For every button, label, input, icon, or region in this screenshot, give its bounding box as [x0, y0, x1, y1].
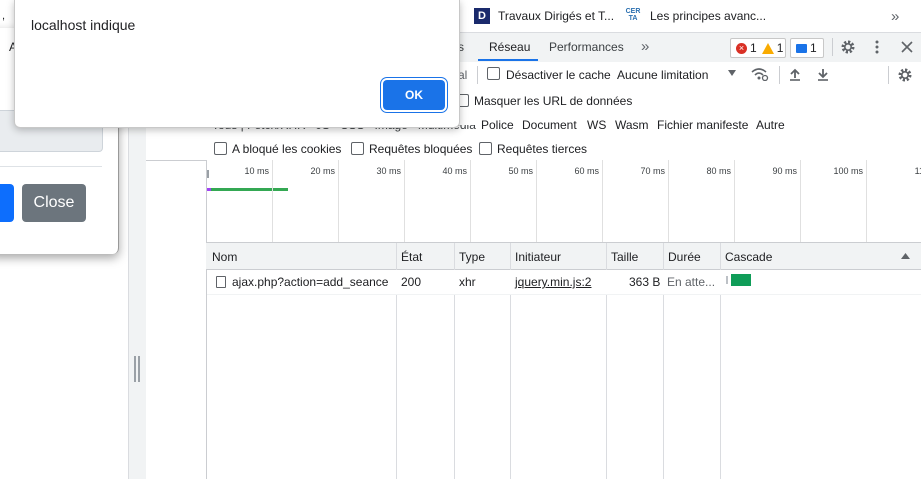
request-status: 200 [401, 275, 422, 289]
overview-tick-label: 80 ms [706, 166, 731, 176]
warning-icon [761, 42, 774, 54]
tab-performance[interactable]: Performances [549, 40, 624, 54]
import-har-icon[interactable] [788, 67, 802, 81]
request-size: 363 B [629, 275, 661, 289]
alert-ok-button[interactable]: OK [383, 80, 445, 110]
filter-type-manifest[interactable]: Fichier manifeste [657, 118, 748, 132]
issues-badge[interactable]: × 1 1 [730, 38, 786, 58]
overview-start-marker [207, 170, 209, 178]
modal-primary-button[interactable] [0, 184, 14, 222]
overview-tick-label: 30 ms [376, 166, 401, 176]
error-count: 1 [750, 41, 757, 55]
alert-title: localhost indique [31, 17, 136, 33]
overview-gridline [536, 160, 537, 242]
column-header-size[interactable]: Taille [611, 250, 638, 264]
bookmark-travaux-diriges[interactable]: D Travaux Dirigés et T... [474, 0, 614, 32]
overview-gridline [866, 160, 867, 242]
filter-type-other[interactable]: Autre [756, 118, 785, 132]
overview-dom-marker [207, 188, 211, 191]
overview-gridline [734, 160, 735, 242]
bookmark-d-icon: D [474, 8, 490, 24]
export-har-icon[interactable] [816, 67, 830, 81]
third-party-label: Requêtes tierces [497, 142, 588, 156]
blocked-cookies-label: A bloqué les cookies [232, 142, 342, 156]
settings-gear-icon[interactable] [840, 39, 856, 55]
request-initiator-link[interactable]: jquery.min.js:2 [515, 275, 591, 289]
overview-gridline [668, 160, 669, 242]
overview-tick-label: 60 ms [574, 166, 599, 176]
network-conditions-icon[interactable] [751, 67, 769, 81]
column-header-time[interactable]: Durée [668, 250, 701, 264]
network-overview[interactable]: 10 ms 20 ms 30 ms 40 ms 50 ms 60 ms 70 ms 80 ms… [206, 160, 921, 243]
document-icon [216, 276, 226, 288]
overview-tick-label: 50 ms [508, 166, 533, 176]
more-tabs-button[interactable]: » [641, 38, 649, 55]
third-party-checkbox[interactable] [479, 142, 492, 158]
overview-gridline [602, 160, 603, 242]
overview-tick-label: 90 ms [772, 166, 797, 176]
filter-type-document[interactable]: Document [522, 118, 577, 132]
column-header-initiator[interactable]: Initiateur [515, 250, 561, 264]
bookmark-certa-icon: CER TA [625, 8, 641, 22]
toolbar-separator [888, 66, 889, 84]
overview-tick-label: 110 [914, 166, 921, 176]
toolbar-separator [779, 66, 780, 84]
tab-network[interactable]: Réseau [489, 40, 530, 54]
overview-gridline [338, 160, 339, 242]
request-type: xhr [459, 275, 476, 289]
overview-gridline [800, 160, 801, 242]
tab-separator [832, 38, 833, 56]
network-settings-gear-icon[interactable] [897, 67, 913, 83]
overview-tick-label: 20 ms [310, 166, 335, 176]
column-header-type[interactable]: Type [459, 250, 485, 264]
bookmark-principes-avances[interactable]: CER TA Les principes avanc... [625, 0, 766, 32]
blocked-requests-label: Requêtes bloquées [369, 142, 473, 156]
message-icon [796, 43, 807, 53]
active-tab-indicator [478, 59, 538, 61]
filter-type-wasm[interactable]: Wasm [615, 118, 649, 132]
request-name[interactable]: ajax.php?action=add_seance [232, 275, 388, 289]
disable-cache-checkbox[interactable] [487, 67, 500, 83]
close-devtools-icon[interactable] [900, 40, 914, 54]
table-header-row [206, 243, 921, 270]
overview-gridline [404, 160, 405, 242]
request-time: En atte... [667, 275, 716, 289]
overview-tick-label: 70 ms [640, 166, 665, 176]
modal-close-button[interactable]: Close [22, 184, 86, 222]
kebab-menu-icon[interactable] [873, 39, 881, 55]
throttling-select[interactable]: Aucune limitation [617, 68, 708, 82]
warning-count: 1 [776, 41, 784, 55]
resize-handle-icon[interactable] [134, 356, 140, 382]
column-header-status[interactable]: État [401, 250, 422, 264]
bookmark-label: Travaux Dirigés et T... [498, 9, 615, 23]
filter-type-font[interactable]: Police [481, 118, 514, 132]
overview-tick-label: 40 ms [442, 166, 467, 176]
blocked-cookies-checkbox[interactable] [214, 142, 227, 158]
toolbar-separator [477, 66, 478, 84]
message-count: 1 [810, 41, 817, 55]
hide-data-urls-label: Masquer les URL de données [474, 94, 633, 108]
overview-gridline [470, 160, 471, 242]
bookmark-label: Les principes avanc... [650, 9, 767, 23]
error-icon: × [736, 42, 747, 54]
column-header-waterfall[interactable]: Cascade [725, 250, 772, 264]
waterfall-queue-marker [726, 276, 728, 284]
overview-request-bar [210, 188, 288, 191]
dropdown-arrow-icon[interactable] [728, 70, 736, 76]
filter-type-ws[interactable]: WS [587, 118, 606, 132]
overview-tick-label: 10 ms [244, 166, 269, 176]
modal-footer-divider [0, 166, 102, 167]
waterfall-bar[interactable] [731, 274, 751, 286]
blocked-requests-checkbox[interactable] [351, 142, 364, 158]
column-header-name[interactable]: Nom [212, 250, 237, 264]
overview-tick-label: 100 ms [833, 166, 863, 176]
bookmarks-overflow-button[interactable]: » [891, 0, 899, 32]
messages-badge[interactable]: 1 [790, 38, 824, 58]
disable-cache-label: Désactiver le cache [506, 68, 611, 82]
overview-gridline [272, 160, 273, 242]
sort-ascending-icon[interactable] [901, 253, 910, 259]
